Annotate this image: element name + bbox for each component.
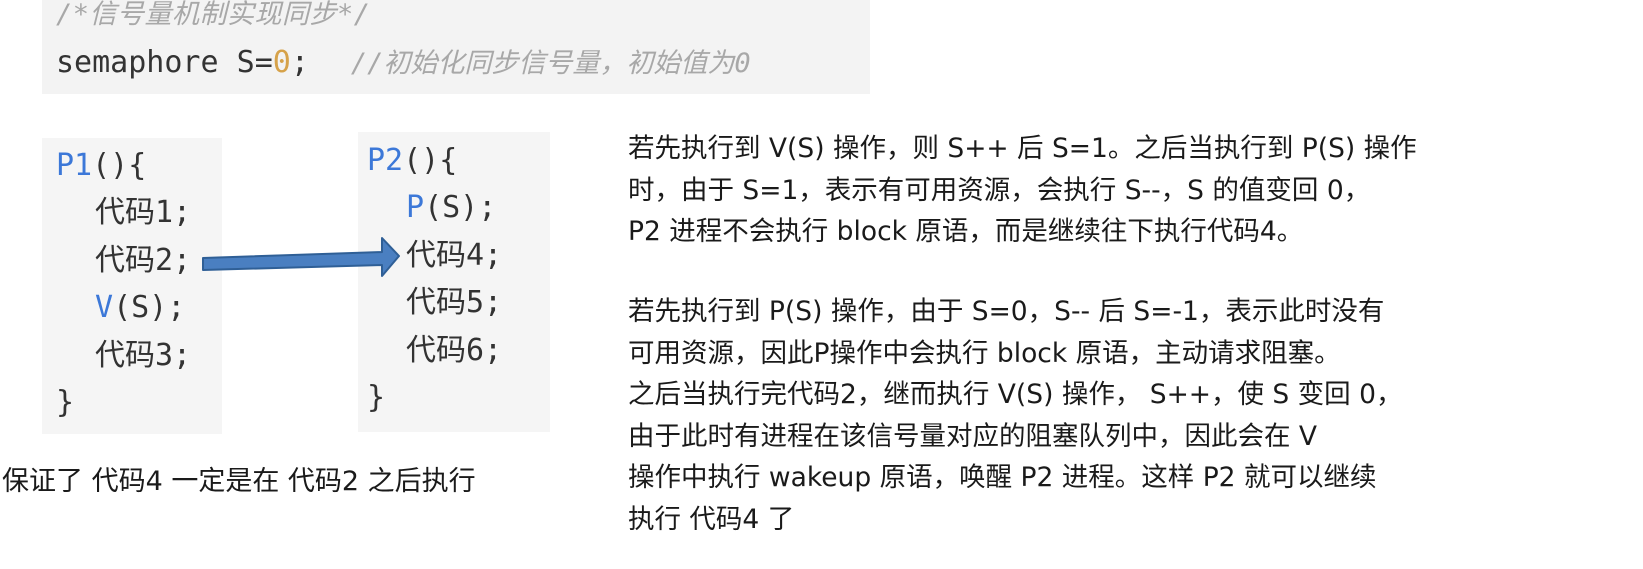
p1-name: P1 [56,148,93,183]
decl-semicolon: ; [290,45,309,80]
v-keyword: V [95,290,114,325]
decl-eq: = [254,45,273,80]
para1-line: 时，由于 S=1，表示有可用资源，会执行 S--，S 的值变回 0， [628,174,1371,206]
p2-line-p: P(S); [406,189,496,227]
p1-line-code2: 代码2; [95,243,192,278]
p2-close: } [367,380,386,415]
para2-line: 执行 代码4 了 [628,503,795,535]
conclusion-text: 保证了 代码4 一定是在 代码2 之后执行 [2,466,476,497]
decl-prefix: semaphore S [56,45,255,80]
p2-line-code5: 代码5; [406,285,503,320]
p2-header: P2(){ [367,142,457,180]
explanation-paragraph-1: 若先执行到 V(S) 操作，则 S++ 后 S=1。之后当执行到 P(S) 操作… [628,128,1628,253]
explanation-paragraph-2: 若先执行到 P(S) 操作，由于 S=0，S-- 后 S=-1，表示此时没有 可… [628,291,1628,540]
p1-open: (){ [92,148,147,183]
v-args: (S); [113,290,186,325]
arrow-shape [202,237,400,277]
p-keyword: P [406,190,425,225]
para2-line: 操作中执行 wakeup 原语，唤醒 P2 进程。这样 P2 就可以继续 [628,462,1377,493]
para2-line: 若先执行到 P(S) 操作，由于 S=0，S-- 后 S=-1，表示此时没有 [628,296,1385,327]
p1-line-code3: 代码3; [95,338,192,373]
p1-close: } [56,385,75,420]
semaphore-declaration: semaphore S=0; //初始化同步信号量，初始值为0 [56,44,751,83]
p2-line-code6: 代码6; [406,333,503,368]
para1-line: 若先执行到 V(S) 操作，则 S++ 后 S=1。之后当执行到 P(S) 操作 [628,133,1417,164]
para2-line: 由于此时有进程在该信号量对应的阻塞队列中，因此会在 V [628,420,1318,452]
sync-arrow [202,237,400,277]
decl-value: 0 [272,45,291,80]
p1-line-v: V(S); [95,289,185,327]
decl-comment: //初始化同步信号量，初始值为0 [350,48,751,79]
para2-line: 可用资源，因此P操作中会执行 block 原语，主动请求阻塞。 [628,337,1341,369]
para1-line: P2 进程不会执行 block 原语，而是继续往下执行代码4。 [628,216,1304,247]
p2-line-code4: 代码4; [406,238,503,273]
p2-open: (){ [403,143,458,178]
p2-name: P2 [367,143,404,178]
p-args: (S); [424,190,497,225]
p1-line-code1: 代码1; [95,195,192,230]
header-comment: /*信号量机制实现同步*/ [56,0,371,30]
para2-line: 之后当执行完代码2，继而执行 V(S) 操作， S++，使 S 变回 0， [628,379,1403,410]
p1-header: P1(){ [56,147,146,185]
